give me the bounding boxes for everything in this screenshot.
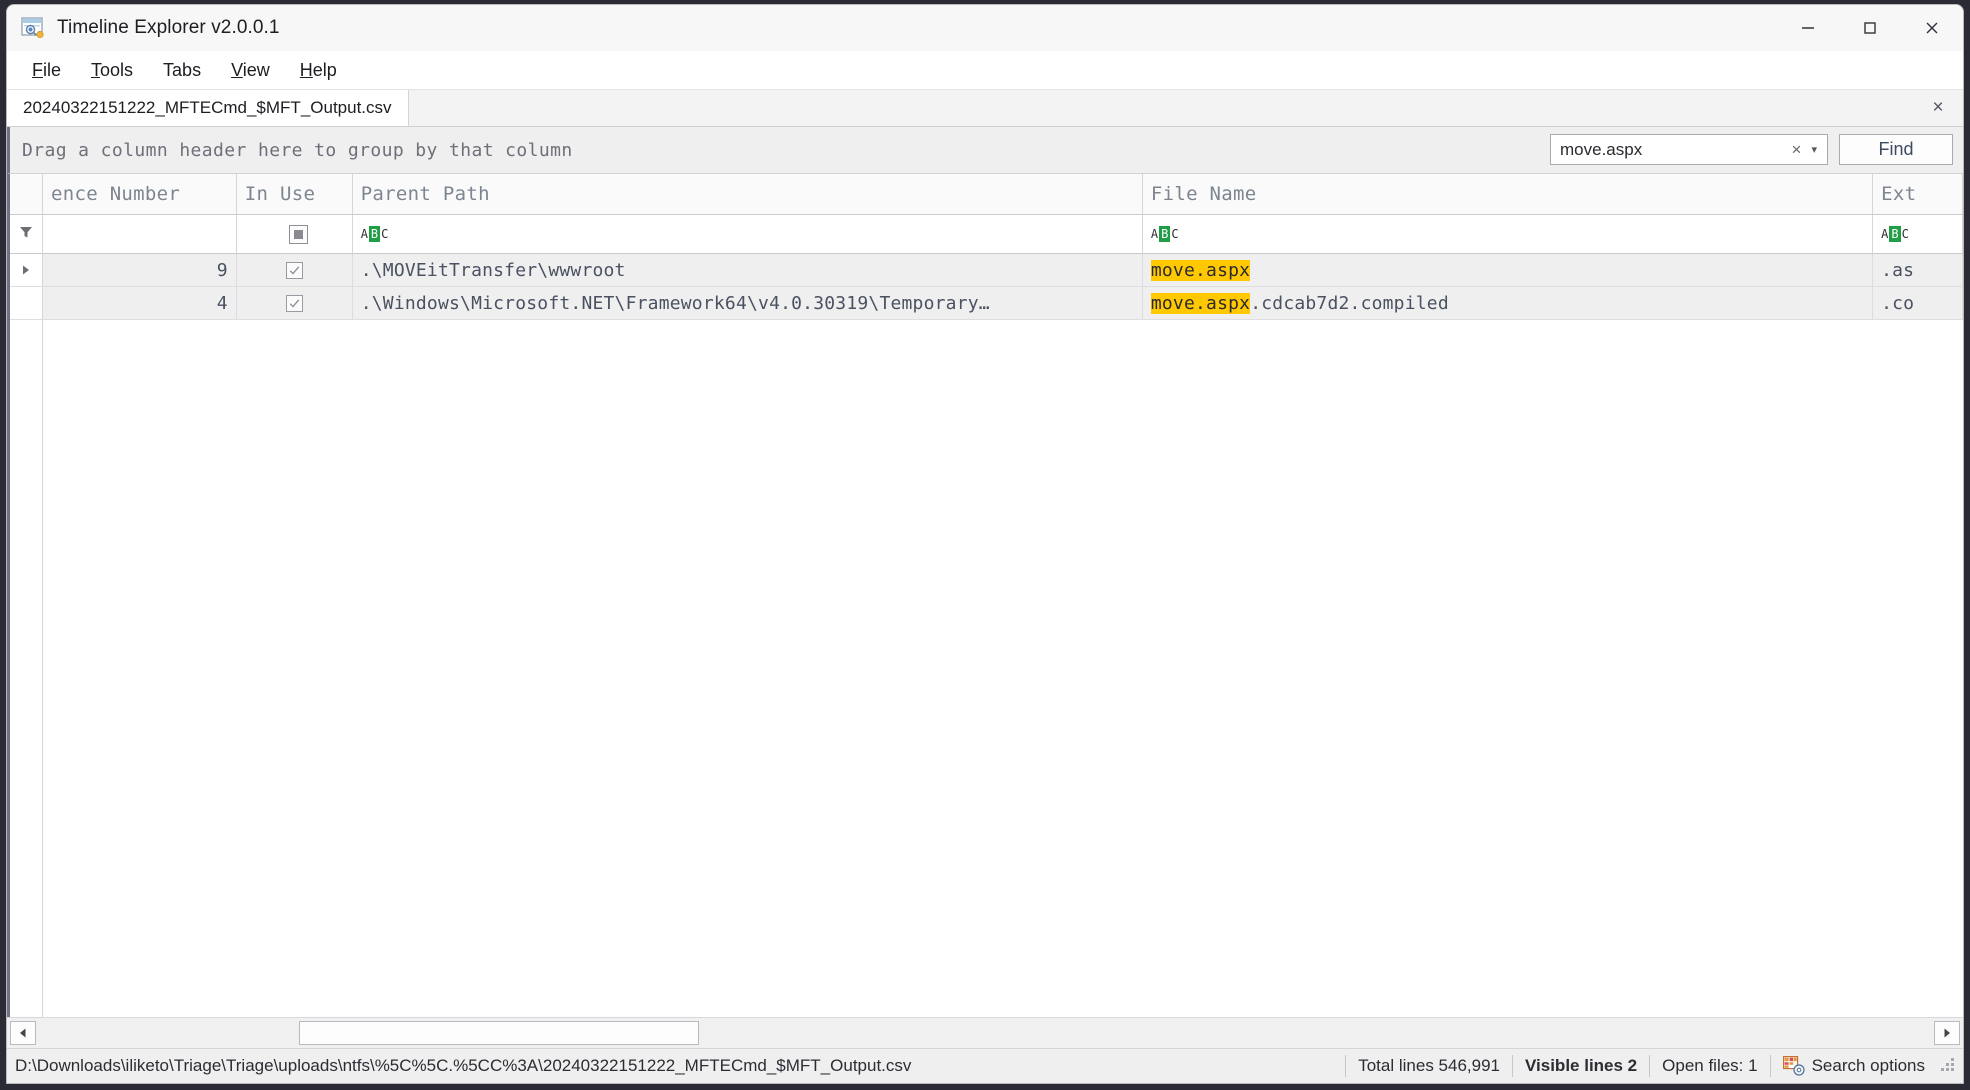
tab-strip: 20240322151222_MFTECmd_$MFT_Output.csv × xyxy=(7,90,1963,127)
cell-file-name: move.aspx .cdcab7d2.compiled xyxy=(1143,287,1874,319)
minimize-button[interactable] xyxy=(1777,5,1839,51)
column-header-extension[interactable]: Ext xyxy=(1873,174,1963,214)
column-header-file-name[interactable]: File Name xyxy=(1143,174,1874,214)
menu-item-help-label: elp xyxy=(312,59,337,80)
clear-search-icon[interactable]: × xyxy=(1786,140,1808,160)
table-row[interactable]: 9 .\MOVEitTransfer\wwwroot move.aspx .as xyxy=(10,254,1963,287)
cell-file-name-rest: .cdcab7d2.compiled xyxy=(1250,292,1449,314)
menu-bar: File Tools Tabs View Help xyxy=(7,51,1963,90)
menu-item-tabs[interactable]: Tabs xyxy=(148,56,216,85)
search-match-highlight: move.aspx xyxy=(1150,259,1251,281)
funnel-icon xyxy=(18,224,34,245)
column-header-in-use[interactable]: In Use xyxy=(237,174,353,214)
menu-item-tools[interactable]: Tools xyxy=(76,56,148,85)
timeline-explorer-icon xyxy=(21,17,45,39)
maximize-button[interactable] xyxy=(1839,5,1901,51)
cell-parent-path: .\MOVEitTransfer\wwwroot xyxy=(353,254,1143,286)
menu-item-view-label: iew xyxy=(242,59,270,80)
status-file-path: D:\Downloads\iliketo\Triage\Triage\uploa… xyxy=(15,1056,912,1075)
filter-cell-entry-number[interactable] xyxy=(43,215,237,253)
group-panel[interactable]: Drag a column header here to group by th… xyxy=(7,127,1963,174)
cell-entry-number: 4 xyxy=(43,287,237,319)
filter-cell-extension[interactable]: ABC xyxy=(1873,215,1963,253)
tab-mft-output[interactable]: 20240322151222_MFTECmd_$MFT_Output.csv xyxy=(7,90,409,126)
menu-item-tools-label: ools xyxy=(100,59,134,80)
search-input[interactable]: move.aspx × ▾ xyxy=(1550,134,1828,165)
checked-checkbox-icon xyxy=(285,294,303,312)
search-input-value: move.aspx xyxy=(1560,139,1643,159)
cell-extension: .co xyxy=(1873,287,1963,319)
status-visible-lines: Visible lines 2 xyxy=(1512,1055,1649,1077)
filter-cell-parent-path[interactable]: ABC xyxy=(353,215,1143,253)
status-total-lines: Total lines 546,991 xyxy=(1345,1055,1512,1077)
title-bar: Timeline Explorer v2.0.0.1 xyxy=(7,5,1963,51)
horizontal-scrollbar[interactable] xyxy=(7,1017,1963,1048)
menu-item-view[interactable]: View xyxy=(216,56,285,85)
menu-item-file-label: ile xyxy=(43,59,62,80)
close-button[interactable] xyxy=(1901,5,1963,51)
tristate-checkbox-icon[interactable] xyxy=(288,224,308,244)
grid-empty-indicator-column xyxy=(10,320,43,1017)
data-grid: ence Number In Use Parent Path File Name… xyxy=(7,174,1963,1017)
status-bar: D:\Downloads\iliketo\Triage\Triage\uploa… xyxy=(7,1048,1963,1083)
text-filter-icon: ABC xyxy=(360,226,389,242)
checked-checkbox-icon xyxy=(285,261,303,279)
filter-funnel-cell[interactable] xyxy=(10,215,43,253)
status-right-group: Total lines 546,991 Visible lines 2 Open… xyxy=(1345,1049,1963,1083)
scroll-left-icon[interactable] xyxy=(10,1021,36,1045)
grid-empty-area xyxy=(10,320,1963,1017)
scroll-right-icon[interactable] xyxy=(1934,1021,1960,1045)
row-indicator xyxy=(10,287,43,319)
menu-item-file[interactable]: File xyxy=(17,56,76,85)
column-header-entry-number[interactable]: ence Number xyxy=(43,174,237,214)
text-filter-icon: ABC xyxy=(1150,226,1179,242)
search-options-label: Search options xyxy=(1811,1056,1925,1075)
grid-filter-row: ABC ABC ABC xyxy=(10,215,1963,254)
tab-close-icon[interactable]: × xyxy=(1925,90,1951,126)
chevron-down-icon[interactable]: ▾ xyxy=(1807,143,1821,156)
text-filter-icon: ABC xyxy=(1881,226,1909,242)
column-header-parent-path[interactable]: Parent Path xyxy=(353,174,1143,214)
status-open-files: Open files: 1 xyxy=(1649,1055,1769,1077)
cell-extension: .as xyxy=(1873,254,1963,286)
window-title: Timeline Explorer v2.0.0.1 xyxy=(57,17,280,38)
search-match-highlight: move.aspx xyxy=(1150,292,1251,314)
cell-file-name: move.aspx xyxy=(1143,254,1874,286)
menu-item-help[interactable]: Help xyxy=(285,56,352,85)
scrollbar-track[interactable] xyxy=(39,1021,1931,1045)
search-options-button[interactable]: Search options xyxy=(1769,1055,1937,1077)
window-controls xyxy=(1777,5,1963,51)
find-area: move.aspx × ▾ Find xyxy=(1550,134,1953,165)
grid-header-indicator xyxy=(10,174,43,214)
timeline-explorer-window: Timeline Explorer v2.0.0.1 File Tools Ta… xyxy=(6,4,1964,1084)
row-indicator xyxy=(10,254,43,286)
cell-entry-number: 9 xyxy=(43,254,237,286)
find-button[interactable]: Find xyxy=(1839,134,1953,165)
cell-parent-path: .\Windows\Microsoft.NET\Framework64\v4.0… xyxy=(353,287,1143,319)
search-options-icon xyxy=(1782,1056,1805,1076)
group-panel-hint: Drag a column header here to group by th… xyxy=(22,139,573,161)
filter-cell-in-use[interactable] xyxy=(237,215,353,253)
filter-cell-file-name[interactable]: ABC xyxy=(1143,215,1874,253)
resize-grip[interactable] xyxy=(1941,1058,1957,1074)
tab-label: 20240322151222_MFTECmd_$MFT_Output.csv xyxy=(23,98,392,117)
scrollbar-thumb[interactable] xyxy=(299,1021,699,1045)
table-row[interactable]: 4 .\Windows\Microsoft.NET\Framework64\v4… xyxy=(10,287,1963,320)
grid-header-row: ence Number In Use Parent Path File Name… xyxy=(10,174,1963,215)
cell-in-use xyxy=(237,254,353,286)
cell-in-use xyxy=(237,287,353,319)
menu-item-tabs-label: Tabs xyxy=(163,59,202,80)
